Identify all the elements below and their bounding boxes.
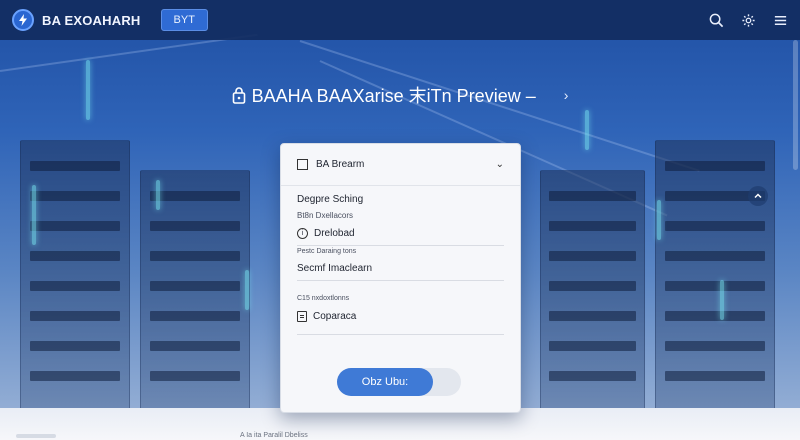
divider xyxy=(297,334,504,335)
chevron-right-icon[interactable]: › xyxy=(564,87,569,103)
list-item-label: Drelobad xyxy=(314,228,355,239)
list-item[interactable]: Coparaca xyxy=(281,311,520,322)
scroll-up-button[interactable] xyxy=(748,186,768,206)
bolt-logo-icon[interactable] xyxy=(12,9,34,31)
menu-icon[interactable] xyxy=(772,12,788,28)
list-item[interactable]: Degpre Sching xyxy=(281,194,520,205)
gear-icon[interactable] xyxy=(740,12,756,28)
list-item-caption: C15 nxdoxtlonns xyxy=(297,295,350,302)
primary-action-button[interactable]: Obz Ubu: xyxy=(337,368,433,396)
cta-toggle-track[interactable]: Obz Ubu: xyxy=(337,368,461,396)
list-item-caption: Bt8n Dxellacors xyxy=(297,211,354,220)
card-header[interactable]: BA Brearm ⌄ xyxy=(281,144,520,186)
footer-text: A Ia ita Paralil Dbeliss xyxy=(240,432,308,439)
list-item[interactable]: i Drelobad xyxy=(281,228,520,239)
search-icon[interactable] xyxy=(708,12,724,28)
lock-icon xyxy=(232,87,245,104)
divider xyxy=(297,280,504,281)
info-icon: i xyxy=(297,228,308,239)
hero-title-row: BAAHA BAAXarise 末iTn Preview – › xyxy=(0,82,800,108)
bottom-tab-indicator[interactable] xyxy=(16,434,56,438)
chevron-down-icon[interactable]: ⌄ xyxy=(496,159,504,170)
preview-card: BA Brearm ⌄ Degpre Sching Bt8n Dxellacor… xyxy=(280,143,521,413)
card-title: BA Brearm xyxy=(316,159,365,170)
divider xyxy=(297,245,504,246)
list-item[interactable]: Secmf Imaclearn xyxy=(281,263,520,274)
list-item-label: Coparaca xyxy=(313,311,357,322)
brand-name: BA EXOAHARH xyxy=(42,12,141,28)
square-icon xyxy=(297,159,308,170)
top-navigation-bar: BA EXOAHARH BYT xyxy=(0,0,800,40)
chevron-up-icon xyxy=(754,193,762,199)
document-icon xyxy=(297,311,307,322)
top-actions xyxy=(708,12,788,28)
list-item-caption: Pestc Daraing tons xyxy=(297,248,357,255)
beta-badge[interactable]: BYT xyxy=(160,9,208,31)
page-title: BAAHA BAAXarise 末iTn Preview – xyxy=(251,86,536,106)
